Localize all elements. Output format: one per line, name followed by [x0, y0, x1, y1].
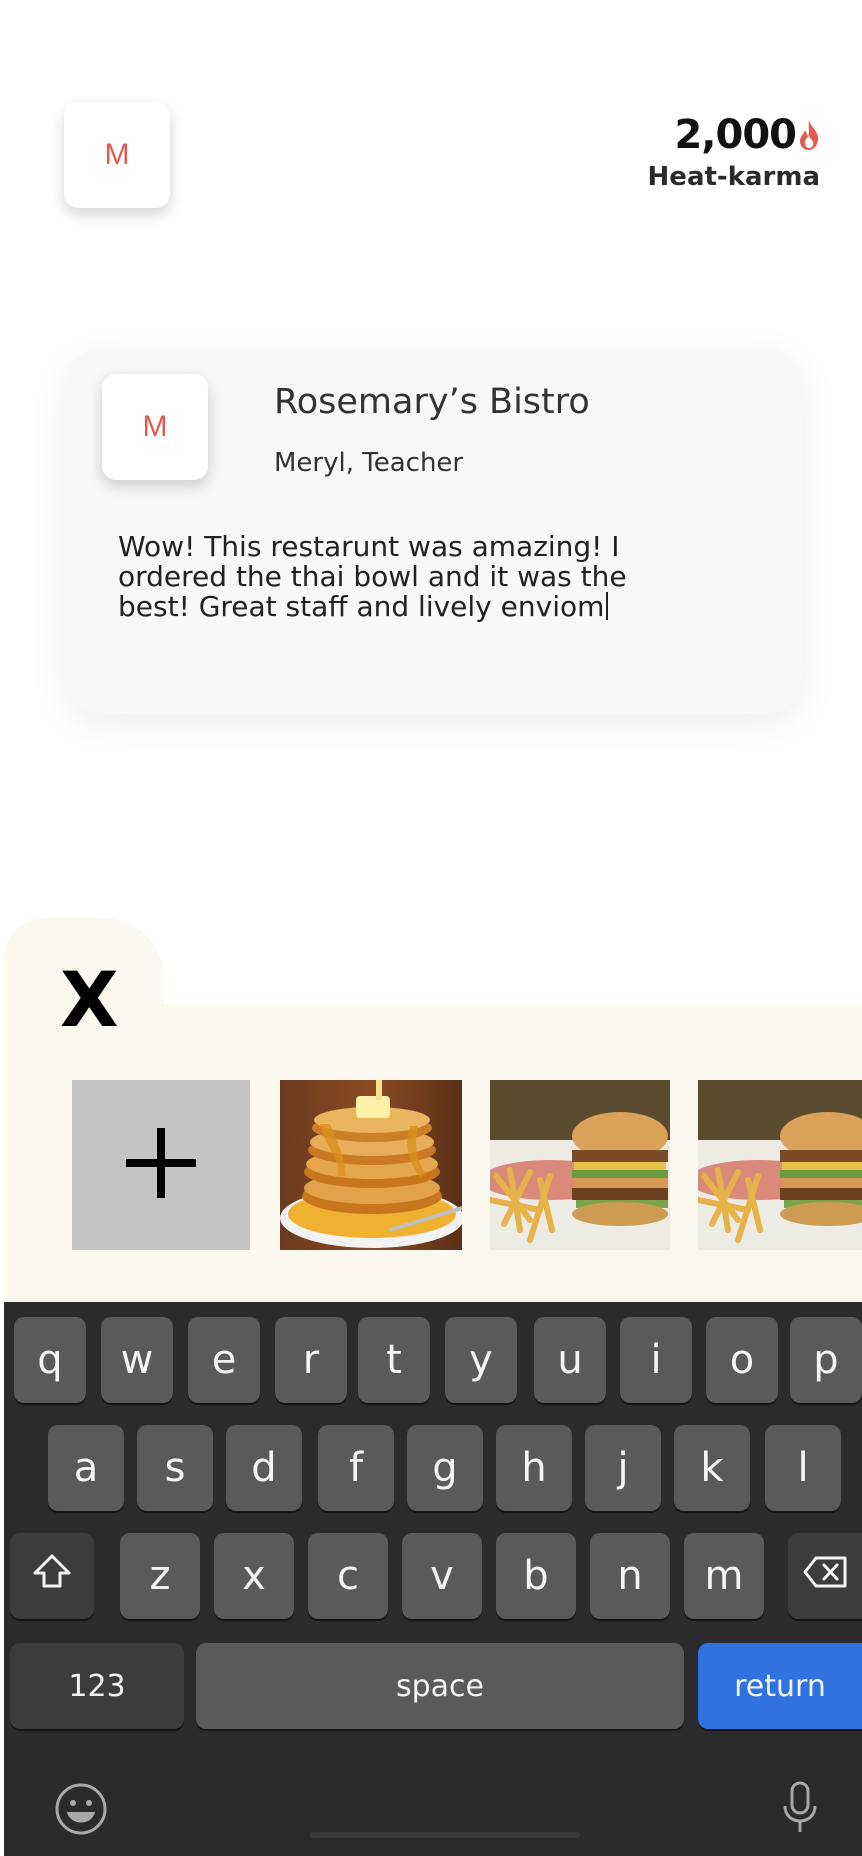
microphone-icon[interactable]	[780, 1780, 820, 1840]
shift-key[interactable]	[10, 1533, 94, 1619]
emoji-icon[interactable]	[54, 1782, 108, 1840]
key-k[interactable]: k	[674, 1425, 750, 1511]
plus-icon	[124, 1126, 198, 1204]
restaurant-name: Rosemary’s Bistro	[274, 382, 590, 422]
karma-label: Heat-karma	[647, 162, 820, 192]
numbers-key[interactable]: 123	[10, 1643, 184, 1729]
key-y[interactable]: y	[445, 1317, 517, 1403]
review-screen: M 2,000 Heat-karma M Rosemary’s Bistro M…	[0, 0, 862, 1856]
avatar-letter: M	[142, 410, 168, 443]
karma-value: 2,000	[674, 112, 797, 158]
review-text: Wow! This restarunt was amazing! I order…	[118, 530, 627, 623]
backspace-key[interactable]	[788, 1533, 862, 1619]
key-g[interactable]: g	[407, 1425, 483, 1511]
key-b[interactable]: b	[496, 1533, 576, 1619]
review-card: M Rosemary’s Bistro Meryl, Teacher Wow! …	[66, 348, 802, 714]
key-a[interactable]: a	[48, 1425, 124, 1511]
key-w[interactable]: w	[101, 1317, 173, 1403]
key-c[interactable]: c	[308, 1533, 388, 1619]
key-d[interactable]: d	[226, 1425, 302, 1511]
key-n[interactable]: n	[590, 1533, 670, 1619]
shift-icon	[32, 1553, 72, 1599]
key-x[interactable]: x	[214, 1533, 294, 1619]
user-avatar[interactable]: M	[64, 102, 170, 208]
key-q[interactable]: q	[14, 1317, 86, 1403]
backspace-icon	[802, 1553, 848, 1599]
flame-icon	[798, 118, 820, 152]
key-f[interactable]: f	[318, 1425, 394, 1511]
key-p[interactable]: p	[790, 1317, 862, 1403]
avatar-letter: M	[104, 138, 130, 171]
space-key[interactable]: space	[196, 1643, 684, 1729]
key-u[interactable]: u	[534, 1317, 606, 1403]
review-author: Meryl, Teacher	[274, 448, 464, 478]
key-m[interactable]: m	[684, 1533, 764, 1619]
reviewer-avatar[interactable]: M	[102, 374, 208, 480]
key-r[interactable]: r	[275, 1317, 347, 1403]
key-i[interactable]: i	[620, 1317, 692, 1403]
karma-display: 2,000 Heat-karma	[600, 112, 820, 192]
home-indicator	[310, 1832, 580, 1838]
key-l[interactable]: l	[765, 1425, 841, 1511]
key-o[interactable]: o	[706, 1317, 778, 1403]
add-photo-button[interactable]	[72, 1080, 250, 1250]
key-h[interactable]: h	[496, 1425, 572, 1511]
key-v[interactable]: v	[402, 1533, 482, 1619]
key-t[interactable]: t	[358, 1317, 430, 1403]
text-cursor	[606, 592, 609, 620]
return-key[interactable]: return	[698, 1643, 862, 1729]
close-button[interactable]: X	[60, 960, 119, 1040]
key-s[interactable]: s	[137, 1425, 213, 1511]
key-j[interactable]: j	[585, 1425, 661, 1511]
key-e[interactable]: e	[188, 1317, 260, 1403]
pancakes-photo[interactable]	[280, 1080, 462, 1250]
burger-fries-photo[interactable]	[698, 1080, 862, 1250]
key-z[interactable]: z	[120, 1533, 200, 1619]
review-text-input[interactable]: Wow! This restarunt was amazing! I order…	[118, 532, 638, 622]
burger-fries-photo[interactable]	[490, 1080, 670, 1250]
